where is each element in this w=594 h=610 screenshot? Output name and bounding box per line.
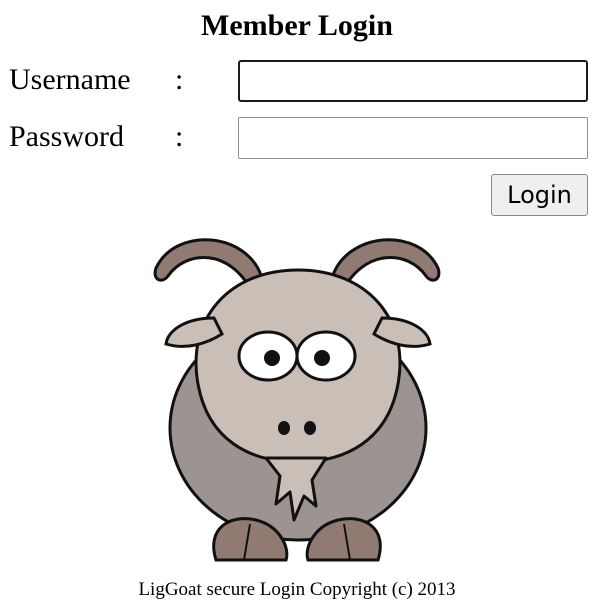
page-title: Member Login [201, 9, 393, 42]
username-input[interactable] [238, 60, 588, 102]
username-label: Username [9, 63, 131, 96]
username-colon: : [175, 63, 184, 96]
login-button[interactable]: Login [491, 174, 588, 216]
password-input[interactable] [238, 117, 588, 159]
left-nostril [278, 421, 290, 435]
left-pupil [264, 350, 280, 366]
password-colon: : [175, 120, 184, 153]
goat-image [153, 238, 441, 562]
footer-copyright: LigGoat secure Login Copyright (c) 2013 [138, 579, 456, 600]
right-pupil [314, 350, 330, 366]
right-nostril [304, 421, 316, 435]
password-label: Password [9, 120, 125, 153]
